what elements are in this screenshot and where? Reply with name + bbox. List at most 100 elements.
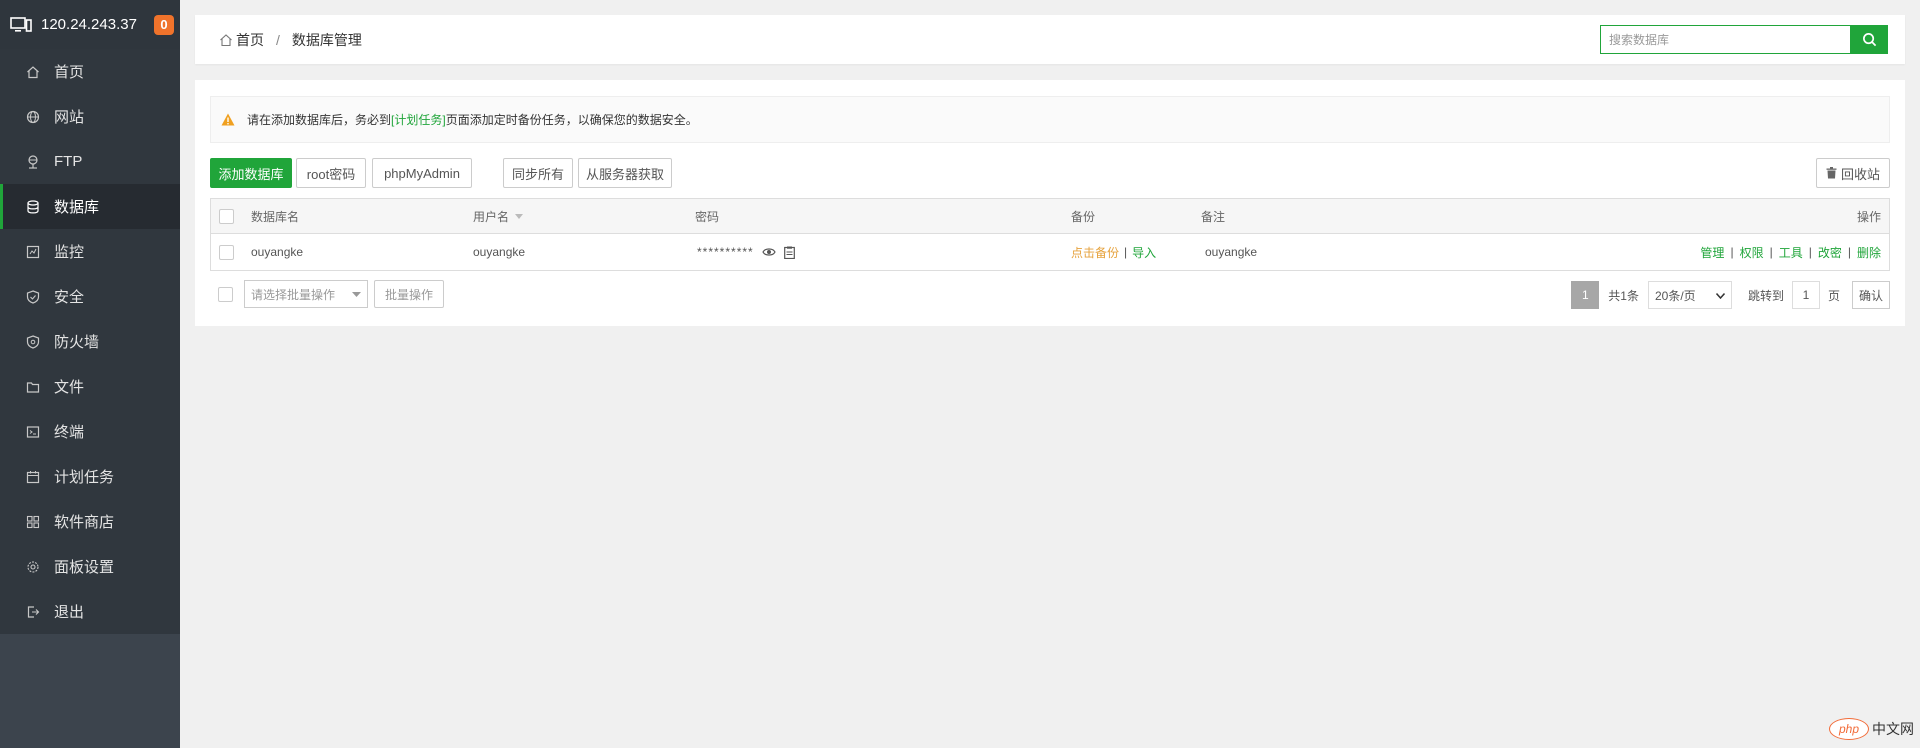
calendar-icon (26, 470, 40, 484)
shield-icon (26, 289, 40, 304)
permission-link[interactable]: 权限 (1740, 244, 1764, 261)
sidebar: 120.24.243.37 0 首页 网站 FTP 数据库 监控 安全 防火墙 … (0, 0, 180, 748)
page-current[interactable]: 1 (1571, 281, 1600, 309)
table-row: ouyangke ouyangke ********** 点击备份 | 导入 o… (211, 234, 1889, 270)
toolbar: 添加数据库 root密码 phpMyAdmin 同步所有 从服务器获取 回收站 (210, 158, 1890, 188)
separator: | (1808, 245, 1812, 259)
folder-icon (26, 380, 40, 394)
cron-link[interactable]: [计划任务] (391, 111, 446, 128)
col-password: 密码 (695, 209, 720, 224)
sidebar-item-settings[interactable]: 面板设置 (0, 544, 180, 589)
batch-select-placeholder: 请选择批量操作 (251, 287, 336, 302)
separator: | (1730, 245, 1734, 259)
col-username[interactable]: 用户名 (473, 199, 524, 233)
sidebar-item-label: 退出 (54, 604, 85, 621)
page-size-select[interactable]: 20条/页 (1647, 281, 1732, 309)
select-all-checkbox[interactable] (219, 208, 234, 224)
home-icon (26, 65, 40, 79)
copy-icon[interactable] (783, 246, 795, 259)
col-username-label: 用户名 (473, 209, 510, 224)
sidebar-item-security[interactable]: 安全 (0, 274, 180, 319)
sidebar-item-database[interactable]: 数据库 (0, 184, 180, 229)
sidebar-item-label: 终端 (54, 424, 85, 441)
sidebar-item-label: 计划任务 (54, 469, 115, 486)
batch-operation-button[interactable]: 批量操作 (374, 280, 444, 308)
sidebar-item-app-store[interactable]: 软件商店 (0, 499, 180, 544)
chevron-down-icon (1715, 293, 1725, 299)
breadcrumb-separator: / (276, 31, 280, 48)
search-input[interactable] (1600, 25, 1850, 54)
backup-link[interactable]: 点击备份 (1071, 244, 1119, 261)
sidebar-item-website[interactable]: 网站 (0, 94, 180, 139)
cell-username: ouyangke (473, 245, 526, 259)
sidebar-item-files[interactable]: 文件 (0, 364, 180, 409)
logout-icon (26, 605, 40, 619)
database-table: 数据库名 用户名 密码 备份 备注 操作 ouyangke ouyangke *… (210, 198, 1890, 271)
search-button[interactable] (1850, 25, 1888, 54)
table-header: 数据库名 用户名 密码 备份 备注 操作 (211, 199, 1889, 234)
col-backup: 备份 (1071, 209, 1096, 224)
watermark-logo: php (1829, 718, 1869, 740)
col-actions: 操作 (1856, 209, 1881, 224)
fetch-from-server-button[interactable]: 从服务器获取 (578, 158, 672, 188)
batch-operation-select[interactable]: 请选择批量操作 (244, 280, 368, 308)
footer-select-all-checkbox[interactable] (218, 287, 233, 302)
recycle-bin-button[interactable]: 回收站 (1816, 158, 1890, 188)
sidebar-item-label: 防火墙 (54, 334, 100, 351)
breadcrumb-home[interactable]: 首页 (236, 30, 264, 50)
search-icon (1862, 33, 1876, 47)
row-checkbox[interactable] (219, 244, 234, 260)
sidebar-item-label: 软件商店 (54, 514, 115, 531)
firewall-icon (26, 334, 40, 349)
password-mask: ********** (697, 245, 754, 259)
sync-all-button[interactable]: 同步所有 (503, 158, 573, 188)
sidebar-item-cron[interactable]: 计划任务 (0, 454, 180, 499)
phpmyadmin-button[interactable]: phpMyAdmin (372, 158, 472, 188)
gear-icon (26, 560, 40, 574)
notification-badge[interactable]: 0 (154, 14, 174, 35)
sidebar-item-monitor[interactable]: 监控 (0, 229, 180, 274)
sidebar-item-label: 面板设置 (54, 559, 115, 576)
sidebar-item-terminal[interactable]: 终端 (0, 409, 180, 454)
table-footer: 请选择批量操作 批量操作 1 共1条 20条/页 跳转到 1 页 确认 (210, 280, 1890, 310)
sidebar-item-label: FTP (54, 153, 83, 170)
recycle-bin-label: 回收站 (1840, 166, 1880, 182)
jump-label: 跳转到 (1747, 288, 1784, 303)
sidebar-item-home[interactable]: 首页 (0, 49, 180, 94)
search-box (1600, 25, 1888, 54)
jump-page-input[interactable]: 1 (1791, 281, 1820, 309)
monitor-icon (10, 16, 32, 32)
tools-link[interactable]: 工具 (1779, 244, 1803, 261)
breadcrumb: 首页 / 数据库管理 (195, 30, 362, 50)
sort-down-icon (515, 213, 524, 219)
separator: | (1124, 245, 1128, 259)
home-icon (220, 33, 232, 46)
root-password-button[interactable]: root密码 (296, 158, 366, 188)
sidebar-item-firewall[interactable]: 防火墙 (0, 319, 180, 364)
jump-confirm-button[interactable]: 确认 (1852, 281, 1890, 309)
server-ip: 120.24.243.37 (41, 16, 137, 33)
add-database-button[interactable]: 添加数据库 (210, 158, 292, 188)
sidebar-item-label: 监控 (54, 244, 85, 261)
ftp-icon (26, 154, 40, 169)
sidebar-item-logout[interactable]: 退出 (0, 589, 180, 634)
notice-text-after: 页面添加定时备份任务，以确保您的数据安全。 (445, 113, 698, 127)
sidebar-item-ftp[interactable]: FTP (0, 139, 180, 184)
col-remark: 备注 (1201, 209, 1226, 224)
server-header: 120.24.243.37 0 (0, 0, 180, 49)
delete-link[interactable]: 删除 (1857, 244, 1881, 261)
page-unit: 页 (1827, 288, 1840, 303)
watermark-text: 中文网 (1872, 721, 1914, 737)
eye-icon[interactable] (762, 246, 776, 258)
cell-database-name: ouyangke (251, 245, 304, 259)
backup-notice: 请在添加数据库后，务必到 [计划任务] 页面添加定时备份任务，以确保您的数据安全… (210, 96, 1890, 143)
import-link[interactable]: 导入 (1132, 244, 1156, 261)
cell-password: ********** (697, 234, 795, 270)
change-password-link[interactable]: 改密 (1818, 244, 1842, 261)
pagination: 1 共1条 20条/页 跳转到 1 页 确认 (1571, 280, 1890, 310)
manage-link[interactable]: 管理 (1700, 244, 1724, 261)
database-icon (26, 199, 40, 214)
terminal-icon (26, 425, 40, 439)
cell-remark: ouyangke (1205, 245, 1258, 259)
apps-grid-icon (26, 515, 40, 529)
